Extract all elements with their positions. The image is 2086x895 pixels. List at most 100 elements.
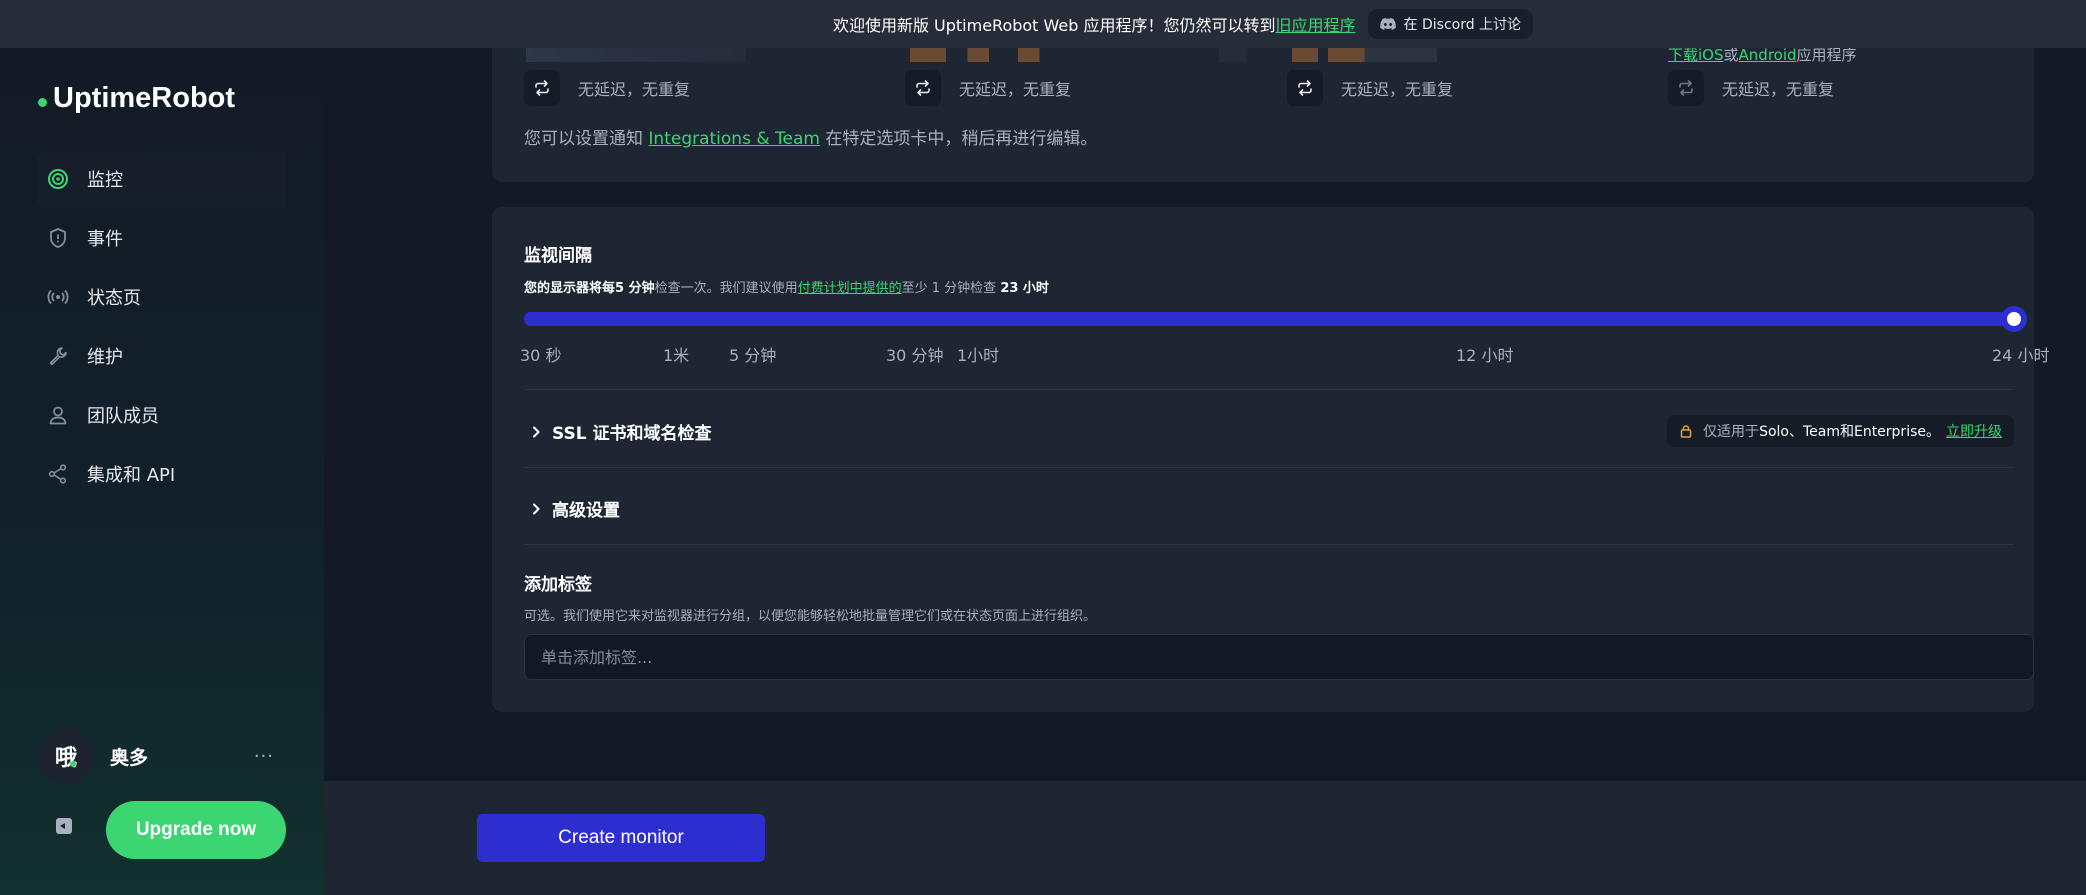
notify-prefix: 您可以设置通知 bbox=[524, 129, 643, 149]
sidebar-item-maintenance[interactable]: 维护 bbox=[37, 329, 287, 383]
logo-dot-icon bbox=[38, 98, 47, 107]
interval-slider-handle[interactable] bbox=[2001, 306, 2027, 332]
repeat-icon bbox=[1679, 80, 1693, 96]
interval-slider[interactable] bbox=[524, 306, 2027, 332]
wrench-icon bbox=[47, 345, 69, 367]
interval-tick[interactable]: 30 分钟 bbox=[886, 342, 943, 366]
sidebar-item-incidents[interactable]: 事件 bbox=[37, 211, 287, 265]
monitor-settings-card: 监视间隔 您的显示器将每5 分钟检查一次。我们建议使用付费计划中提供的至少 1 … bbox=[492, 207, 2049, 712]
badge-prefix: 仅适用于 bbox=[1703, 424, 1760, 440]
advanced-settings-accordion[interactable]: 高级设置 bbox=[530, 496, 620, 521]
upgrade-link[interactable]: 立即升级 bbox=[1946, 421, 2002, 441]
sidebar-item-team-members[interactable]: 团队成员 bbox=[37, 388, 287, 442]
interval-description: 您的显示器将每5 分钟检查一次。我们建议使用付费计划中提供的至少 1 分钟检查 … bbox=[524, 277, 1049, 296]
broadcast-icon bbox=[47, 286, 69, 308]
notify-hint: 您可以设置通知 Integrations & Team 在特定选项卡中，稍后再进… bbox=[524, 124, 1097, 149]
shield-icon bbox=[47, 227, 69, 249]
interval-tick[interactable]: 1米 bbox=[663, 342, 689, 366]
sidebar: UptimeRobot 监控 事件 状态页 维护 团队成员 集成和 API 哦 … bbox=[0, 48, 324, 895]
sidebar-item-label: 维护 bbox=[87, 347, 123, 368]
lock-icon bbox=[1680, 425, 1692, 438]
repeat-toggle[interactable] bbox=[524, 70, 560, 106]
badge-plans: Solo、Team和Enterprise。 bbox=[1759, 424, 1940, 440]
notification-option: 无延迟，无重复 bbox=[1668, 70, 1834, 106]
discord-button[interactable]: 在 Discord 上讨论 bbox=[1367, 9, 1534, 39]
interval-tick[interactable]: 1小时 bbox=[957, 342, 999, 366]
logo[interactable]: UptimeRobot bbox=[38, 82, 235, 115]
share-nodes-icon bbox=[47, 463, 69, 485]
repeat-icon bbox=[1298, 80, 1312, 96]
interval-current-value: 5 分钟 bbox=[615, 281, 655, 296]
discord-label: 在 Discord 上讨论 bbox=[1403, 17, 1522, 33]
repeat-icon bbox=[916, 80, 930, 96]
tags-title: 添加标签 bbox=[524, 575, 592, 595]
interval-slider-fill bbox=[524, 312, 2014, 326]
collapse-sidebar-icon[interactable] bbox=[56, 818, 72, 834]
ios-link[interactable]: iOS bbox=[1698, 46, 1724, 64]
ssl-domain-accordion[interactable]: SSL 证书和域名检查 bbox=[530, 419, 711, 444]
advanced-title: 高级设置 bbox=[552, 501, 620, 521]
banner-text: 欢迎使用新版 UptimeRobot Web 应用程序！您仍然可以转到旧应用程序 bbox=[833, 12, 1356, 36]
user-name: 奥多 bbox=[110, 746, 149, 769]
repeat-icon bbox=[535, 80, 549, 96]
online-status-icon bbox=[70, 761, 76, 767]
target-icon bbox=[47, 168, 69, 190]
interval-tick[interactable]: 12 小时 bbox=[1456, 342, 1513, 366]
notification-option: 无延迟，无重复 bbox=[524, 70, 690, 106]
tags-input[interactable] bbox=[524, 634, 2034, 680]
integrations-team-link[interactable]: Integrations & Team bbox=[648, 129, 820, 149]
plan-availability-badge: 仅适用于 Solo、Team和Enterprise。 立即升级 bbox=[1667, 415, 2014, 447]
notification-option-label: 无延迟，无重复 bbox=[959, 80, 1072, 99]
repeat-toggle[interactable] bbox=[1287, 70, 1323, 106]
divider bbox=[524, 389, 2014, 390]
interval-tick[interactable]: 5 分钟 bbox=[729, 342, 776, 366]
repeat-toggle[interactable] bbox=[905, 70, 941, 106]
banner-message: 欢迎使用新版 UptimeRobot Web 应用程序！您仍然可以转到 bbox=[832, 16, 1276, 35]
sidebar-item-monitors[interactable]: 监控 bbox=[37, 152, 287, 206]
interval-title: 监视间隔 bbox=[524, 246, 592, 266]
announcement-banner: 欢迎使用新版 UptimeRobot Web 应用程序！您仍然可以转到旧应用程序… bbox=[0, 0, 2086, 48]
or-text: 或 bbox=[1723, 46, 1739, 64]
notifications-card: 无延迟，无重复 无延迟，无重复 无延迟，无重复 无延迟，无重复 下载iOS或An… bbox=[492, 30, 2034, 182]
repeat-toggle[interactable] bbox=[1668, 70, 1704, 106]
avatar-initial: 哦 bbox=[54, 746, 77, 771]
sidebar-item-label: 监控 bbox=[87, 170, 123, 191]
interval-desc-lead: 您的显示器将每 bbox=[524, 281, 616, 296]
notification-preview-image bbox=[910, 48, 1090, 62]
user-profile[interactable]: 哦 奥多 ··· bbox=[38, 728, 288, 784]
notification-option-label: 无延迟，无重复 bbox=[578, 80, 691, 99]
sidebar-item-integrations-api[interactable]: 集成和 API bbox=[37, 447, 287, 501]
interval-recommended-value: 23 小时 bbox=[1000, 281, 1049, 296]
old-app-link[interactable]: 旧应用程序 bbox=[1276, 16, 1356, 35]
app-text: 应用程序 bbox=[1796, 46, 1857, 64]
android-link[interactable]: Android bbox=[1739, 46, 1797, 64]
notification-option-label: 无延迟，无重复 bbox=[1341, 80, 1454, 99]
user-icon bbox=[47, 404, 69, 426]
interval-tick[interactable]: 30 秒 bbox=[520, 342, 561, 366]
notification-preview-image bbox=[526, 48, 746, 62]
download-link[interactable]: 下载 bbox=[1668, 46, 1698, 64]
notification-preview-image bbox=[1292, 48, 1437, 62]
notification-option-label: 无延迟，无重复 bbox=[1722, 80, 1835, 99]
divider bbox=[524, 467, 2014, 468]
tags-description: 可选。我们使用它来对监视器进行分组，以便您能够轻松地批量管理它们或在状态页面上进… bbox=[524, 609, 1097, 624]
create-monitor-button[interactable]: Create monitor bbox=[477, 814, 765, 862]
chevron-right-icon bbox=[533, 426, 540, 437]
ssl-title: SSL 证书和域名检查 bbox=[552, 424, 712, 444]
sidebar-item-label: 状态页 bbox=[87, 288, 141, 309]
notification-option: 无延迟，无重复 bbox=[1287, 70, 1453, 106]
upgrade-now-button[interactable]: Upgrade now bbox=[106, 801, 286, 859]
interval-desc-end: 至少 1 分钟检查 bbox=[901, 281, 997, 296]
interval-desc-middle: 检查一次。我们建议使用 bbox=[654, 281, 798, 296]
avatar[interactable]: 哦 bbox=[38, 728, 94, 784]
notification-preview-image bbox=[1219, 48, 1247, 62]
paid-plan-link[interactable]: 付费计划中提供的 bbox=[798, 281, 902, 296]
sidebar-item-status-pages[interactable]: 状态页 bbox=[37, 270, 287, 324]
sidebar-nav: 监控 事件 状态页 维护 团队成员 集成和 API bbox=[37, 152, 287, 506]
chevron-right-icon bbox=[533, 503, 540, 514]
interval-tick[interactable]: 24 小时 bbox=[1992, 342, 2049, 366]
divider bbox=[524, 544, 2014, 545]
sidebar-item-label: 集成和 API bbox=[87, 465, 176, 486]
discord-icon bbox=[1379, 18, 1396, 30]
more-options-icon[interactable]: ··· bbox=[254, 746, 274, 767]
